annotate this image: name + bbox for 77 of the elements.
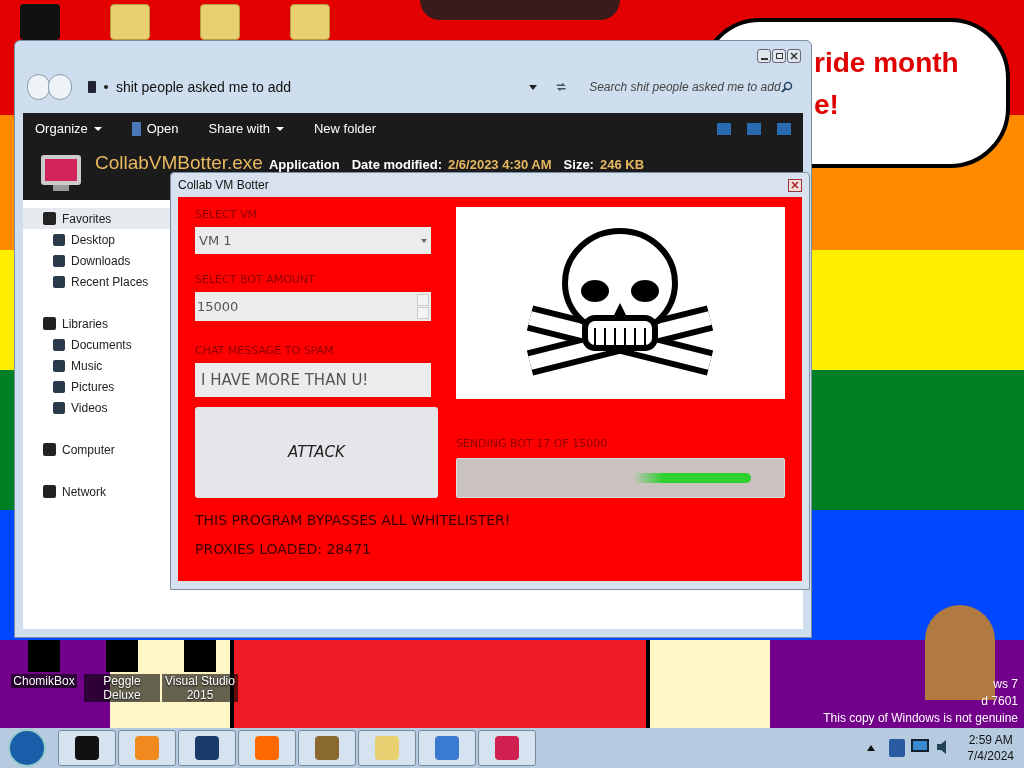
square-icon: [53, 275, 65, 288]
square-icon: [43, 443, 56, 456]
square-icon: [43, 485, 56, 498]
square-icon: [53, 359, 65, 372]
nav-item[interactable]: Videos: [23, 397, 171, 418]
monitor-icon[interactable]: [911, 739, 930, 755]
detail-label: Size:: [563, 156, 594, 174]
nav-item[interactable]: Music: [23, 355, 171, 376]
square-icon: [53, 401, 65, 414]
address-text: shit people asked me to add: [115, 77, 293, 97]
toolbar-button[interactable]: Share with: [208, 119, 284, 139]
refresh-icon[interactable]: [554, 80, 568, 94]
toolbar-button[interactable]: Open: [131, 119, 179, 139]
close-button[interactable]: [787, 49, 801, 63]
forward-button[interactable]: [48, 74, 72, 100]
nav-item[interactable]: Downloads: [23, 250, 171, 271]
desktop-icon[interactable]: [200, 4, 240, 40]
spin-up-button[interactable]: [417, 294, 429, 306]
nav-item[interactable]: Computer: [23, 439, 171, 460]
info-text: THIS PROGRAM BYPASSES ALL WHITELISTER!: [195, 511, 512, 530]
desktop-icon[interactable]: [110, 4, 150, 40]
field-label: CHAT MESSAGE TO SPAM: [195, 343, 335, 359]
square-icon: [43, 212, 56, 225]
square-icon: [43, 317, 56, 330]
nav-item[interactable]: Favorites: [23, 208, 171, 229]
toolbar-button[interactable]: Organize: [35, 119, 102, 139]
square-icon: [53, 380, 65, 393]
maximize-button[interactable]: [772, 49, 786, 63]
close-button[interactable]: [788, 178, 802, 192]
search-icon: [781, 81, 793, 93]
tray-icon[interactable]: [889, 739, 906, 757]
nav-item[interactable]: Libraries: [23, 313, 171, 334]
detail-value: 2/6/2023 4:30 AM: [448, 156, 552, 174]
attack-button[interactable]: ATTACK: [195, 407, 438, 498]
vm-dropdown[interactable]: VM 1: [195, 227, 431, 254]
bubble-text: e!: [814, 88, 840, 122]
file-name: CollabVMBotter.exe: [95, 151, 263, 175]
nav-item[interactable]: Network: [23, 481, 171, 502]
message-field[interactable]: I HAVE MORE THAN U!: [195, 363, 431, 397]
desktop-icon[interactable]: [290, 4, 330, 40]
watermark-text: ws 7: [993, 676, 1018, 693]
toolbar-button[interactable]: New folder: [314, 119, 377, 139]
caret-icon: [276, 127, 284, 131]
window-title: Collab VM Botter: [178, 177, 269, 194]
field-label: SELECT BOT AMOUNT: [195, 272, 316, 288]
dropdown-arrow-icon: [421, 238, 427, 243]
spin-down-button[interactable]: [417, 307, 429, 319]
dropdown-arrow-icon[interactable]: [528, 84, 537, 90]
file-type: Application: [268, 156, 340, 174]
detail-label: Date modified:: [351, 156, 442, 174]
desktop-icon-label[interactable]: ChomikBox: [11, 674, 77, 688]
minimize-button[interactable]: [757, 49, 771, 63]
nav-item[interactable]: Pictures: [23, 376, 171, 397]
taskbar-button[interactable]: [178, 730, 236, 766]
back-button[interactable]: [27, 74, 51, 100]
tray-arrow-icon[interactable]: [867, 745, 876, 751]
watermark-text: d 7601: [981, 693, 1018, 710]
bot-amount-spinner[interactable]: 15000: [195, 292, 431, 321]
square-icon: [53, 338, 65, 351]
file-icon: [131, 122, 141, 136]
path-separator-icon: [103, 85, 108, 89]
nav-item[interactable]: Documents: [23, 334, 171, 355]
clock-date[interactable]: 7/4/2024: [967, 748, 1014, 764]
nav-item[interactable]: Desktop: [23, 229, 171, 250]
search-field[interactable]: Search shit people asked me to add: [583, 75, 799, 99]
watermark-text: This copy of Windows is not genuine: [823, 710, 1018, 727]
caret-icon: [93, 127, 102, 131]
clock-time[interactable]: 2:59 AM: [968, 732, 1013, 748]
start-button[interactable]: [8, 729, 46, 767]
square-icon: [53, 254, 65, 267]
field-label: SELECT VM: [195, 207, 258, 223]
detail-value: 246 KB: [599, 156, 644, 174]
progress-label: SENDING BOT 17 OF 15000: [455, 435, 609, 452]
square-icon: [53, 233, 65, 246]
bubble-text: ride month: [814, 46, 960, 80]
nav-item[interactable]: Recent Places: [23, 271, 171, 292]
info-text: PROXIES LOADED: 28471: [195, 540, 372, 559]
